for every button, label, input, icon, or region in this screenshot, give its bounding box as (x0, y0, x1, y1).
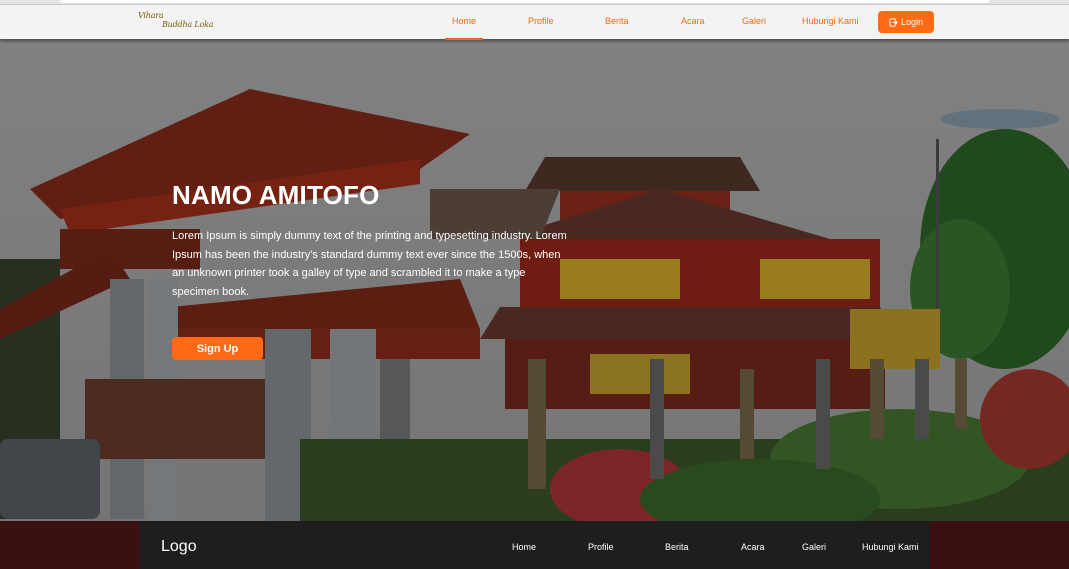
signup-button[interactable]: Sign Up (172, 337, 263, 360)
browser-scrollbar[interactable] (60, 0, 990, 3)
navbar: Vihara Buddha Loka Home Profile Berita A… (0, 5, 1069, 40)
hero-description: Lorem Ipsum is simply dummy text of the … (172, 230, 567, 298)
nav-item-profile[interactable]: Profile (528, 16, 554, 26)
footer-logo[interactable]: Logo (161, 538, 197, 556)
hero-title: NAMO AMITOFO (172, 180, 380, 210)
nav-item-acara[interactable]: Acara (681, 16, 705, 26)
nav-item-home[interactable]: Home (444, 16, 484, 40)
hero-section: NAMO AMITOFO Lorem Ipsum is simply dummy… (0, 39, 1069, 521)
footer: Logo Home Profile Berita Acara Galeri Hu… (0, 521, 1069, 569)
login-icon (889, 17, 898, 27)
nav-item-hubungi-kami[interactable]: Hubungi Kami (802, 16, 859, 26)
footer-link-acara[interactable]: Acara (741, 542, 765, 552)
footer-link-home[interactable]: Home (512, 542, 536, 552)
login-label: Login (900, 17, 924, 27)
nav-item-berita[interactable]: Berita (605, 16, 629, 26)
footer-link-berita[interactable]: Berita (665, 542, 689, 552)
brand-line-1: Vihara (138, 11, 164, 20)
nav-item-galeri[interactable]: Galeri (742, 16, 766, 26)
footer-link-galeri[interactable]: Galeri (802, 542, 826, 552)
brand-logo[interactable]: Vihara Buddha Loka (138, 12, 213, 29)
footer-link-hubungi-kami[interactable]: Hubungi Kami (862, 542, 919, 552)
login-button[interactable]: Login (878, 11, 934, 33)
brand-line-2: Buddha Loka (162, 20, 214, 29)
footer-link-profile[interactable]: Profile (588, 542, 614, 552)
